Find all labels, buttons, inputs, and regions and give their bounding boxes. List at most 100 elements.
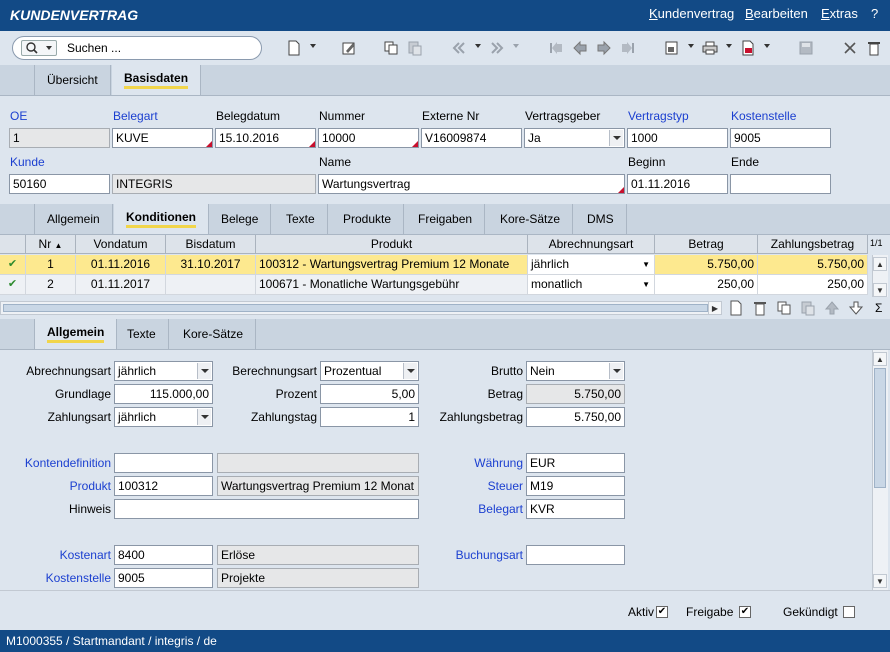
last-record-icon[interactable] [620, 40, 636, 56]
nummer-field[interactable]: 10000 [318, 128, 419, 148]
print-icon[interactable] [702, 40, 718, 56]
add-row-icon[interactable] [728, 300, 744, 316]
new-document-icon[interactable] [286, 40, 302, 56]
first-record-icon[interactable] [548, 40, 564, 56]
kostenart-field[interactable]: 8400 [114, 545, 213, 565]
abrechnungsart-select[interactable]: jährlich [114, 361, 213, 381]
cell-abrechnungsart-select[interactable]: monatlich ▼ [528, 275, 655, 295]
scroll-right-icon[interactable]: ▶ [708, 301, 722, 315]
aktiv-checkbox[interactable]: ✔ [656, 606, 668, 618]
previous-record-icon[interactable] [572, 40, 588, 56]
tab-allgemein[interactable]: Allgemein [34, 204, 113, 234]
vertragstyp-field[interactable]: 1000 [627, 128, 728, 148]
fast-forward-icon[interactable] [489, 40, 505, 56]
tab-belege[interactable]: Belege [209, 204, 272, 234]
export-caret[interactable] [688, 44, 694, 48]
kontendefinition-label[interactable]: Kontendefinition [25, 456, 111, 470]
buchungsart-field[interactable] [526, 545, 625, 565]
scroll-thumb[interactable] [3, 304, 708, 312]
chevron-down-icon[interactable] [197, 409, 211, 425]
kunde-field[interactable]: 50160 [9, 174, 110, 194]
column-header-vondatum[interactable]: Vondatum [76, 235, 166, 254]
table-row[interactable]: ✔ 1 01.11.2016 31.10.2017 100312 - Wartu… [0, 255, 868, 275]
grundlage-field[interactable]: 115.000,00 [114, 384, 213, 404]
pdf-caret[interactable] [764, 44, 770, 48]
produkt-label[interactable]: Produkt [70, 479, 111, 493]
kostenart-label[interactable]: Kostenart [60, 548, 111, 562]
sum-icon[interactable]: Σ [875, 301, 882, 315]
column-header-bisdatum[interactable]: Bisdatum [166, 235, 256, 254]
oe-label[interactable]: OE [10, 109, 27, 123]
column-header-nr[interactable]: Nr ▲ [26, 235, 76, 254]
tab-uebersicht[interactable]: Übersicht [34, 65, 111, 95]
detail-tab-texte[interactable]: Texte [115, 319, 169, 349]
copy-row-icon[interactable] [776, 300, 792, 316]
next-record-icon[interactable] [596, 40, 612, 56]
buchungsart-label[interactable]: Buchungsart [456, 548, 523, 562]
produkt-field[interactable]: 100312 [114, 476, 213, 496]
scroll-up-icon[interactable]: ▲ [873, 352, 887, 366]
export-icon[interactable] [664, 40, 680, 56]
berechnungsart-select[interactable]: Prozentual [320, 361, 419, 381]
detail-vertical-scrollbar[interactable]: ▲ ▼ [872, 350, 888, 590]
vertragsgeber-select[interactable]: Ja [524, 128, 625, 148]
close-icon[interactable] [842, 40, 858, 56]
chevron-down-icon[interactable]: ▼ [642, 275, 650, 294]
kostenstelle-detail-field[interactable]: 9005 [114, 568, 213, 588]
prozent-field[interactable]: 5,00 [320, 384, 419, 404]
beginn-field[interactable]: 01.11.2016 [627, 174, 728, 194]
menu-extras[interactable]: Extras [821, 6, 858, 21]
tab-produkte[interactable]: Produkte [331, 204, 405, 234]
pdf-icon[interactable] [740, 40, 756, 56]
steuer-field[interactable]: M19 [526, 476, 625, 496]
kostenstelle-label[interactable]: Kostenstelle [731, 109, 796, 123]
grid-horizontal-scrollbar[interactable] [0, 301, 722, 315]
scroll-down-icon[interactable]: ▼ [873, 574, 887, 588]
tab-basisdaten[interactable]: Basisdaten [112, 65, 202, 95]
brutto-select[interactable]: Nein [526, 361, 625, 381]
column-header-zahlungsbetrag[interactable]: Zahlungsbetrag [758, 235, 868, 254]
detail-tab-kore-saetze[interactable]: Kore-Sätze [171, 319, 257, 349]
kontendefinition-field[interactable] [114, 453, 213, 473]
kostenstelle-field[interactable]: 9005 [730, 128, 831, 148]
oe-field[interactable]: 1 [9, 128, 110, 148]
fast-back-caret[interactable] [475, 44, 481, 48]
zahlungsart-select[interactable]: jährlich [114, 407, 213, 427]
table-row[interactable]: ✔ 2 01.11.2017 100671 - Monatliche Wartu… [0, 275, 868, 295]
kostenstelle-detail-label[interactable]: Kostenstelle [46, 571, 111, 585]
column-header-produkt[interactable]: Produkt [256, 235, 528, 254]
menu-kundenvertrag[interactable]: Kundenvertrag [649, 6, 734, 21]
tab-texte[interactable]: Texte [274, 204, 328, 234]
waehrung-field[interactable]: EUR [526, 453, 625, 473]
chevron-down-icon[interactable] [197, 363, 211, 379]
search-input[interactable]: Suchen ... [67, 41, 121, 55]
tab-konditionen[interactable]: Konditionen [114, 204, 209, 234]
grid-vertical-scrollbar[interactable]: ▲ ▼ [872, 255, 888, 297]
fast-back-icon[interactable] [451, 40, 467, 56]
menu-bearbeiten[interactable]: Bearbeiten [745, 6, 808, 21]
move-down-icon[interactable] [848, 300, 864, 316]
name-field[interactable]: Wartungsvertrag [318, 174, 625, 194]
zahlungstag-field[interactable]: 1 [320, 407, 419, 427]
paste-row-icon[interactable] [800, 300, 816, 316]
detail-tab-allgemein[interactable]: Allgemein [34, 319, 118, 349]
chevron-down-icon[interactable] [403, 363, 417, 379]
scroll-down-icon[interactable]: ▼ [873, 283, 887, 297]
paste-icon[interactable] [407, 40, 423, 56]
freigabe-checkbox[interactable]: ✔ [739, 606, 751, 618]
belegart-label[interactable]: Belegart [113, 109, 158, 123]
chevron-down-icon[interactable] [609, 130, 623, 146]
ende-field[interactable] [730, 174, 831, 194]
fast-forward-caret[interactable] [513, 44, 519, 48]
externe-nr-field[interactable]: V16009874 [421, 128, 522, 148]
kunde-label[interactable]: Kunde [10, 155, 45, 169]
gekuendigt-checkbox[interactable] [843, 606, 855, 618]
steuer-label[interactable]: Steuer [488, 479, 523, 493]
belegart-detail-label[interactable]: Belegart [478, 502, 523, 516]
zahlungsbetrag-field[interactable]: 5.750,00 [526, 407, 625, 427]
new-dropdown-caret[interactable] [310, 44, 316, 48]
belegart-detail-field[interactable]: KVR [526, 499, 625, 519]
search-options-button[interactable] [21, 40, 57, 56]
save-icon[interactable] [798, 40, 814, 56]
tab-dms[interactable]: DMS [575, 204, 627, 234]
